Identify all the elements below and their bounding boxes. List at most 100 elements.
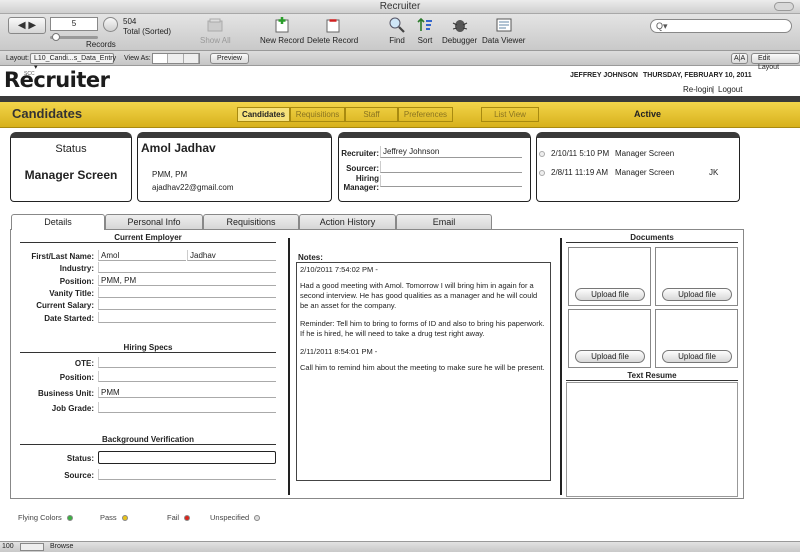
candidate-title: PMM, PM (152, 170, 188, 179)
tab-requisitions[interactable]: Requisitions (203, 214, 299, 229)
nav-tab-requisitions[interactable]: Requisitions (290, 107, 345, 122)
view-list[interactable] (168, 54, 184, 63)
history-row[interactable]: 2/8/11 11:19 AM Manager Screen JK (539, 168, 719, 180)
candidate-name: Amol Jadhav (141, 141, 216, 155)
green-dot-icon (66, 515, 73, 521)
candidate-card: Amol Jadhav PMM, PM ajadhav22@gmail.com (137, 132, 332, 202)
date-started-field[interactable] (98, 312, 276, 323)
job-grade-field[interactable] (98, 402, 276, 413)
candidate-active-status: Active (634, 109, 662, 119)
record-nav-arrows[interactable]: ◀ ▶ (8, 17, 46, 34)
history-row[interactable]: 2/10/11 5:10 PM Manager Screen (539, 149, 719, 161)
view-form[interactable] (153, 54, 169, 63)
recruiter-field[interactable]: Jeffrey Johnson (380, 146, 522, 158)
sort-icon (417, 17, 432, 31)
bg-status-field[interactable] (98, 451, 276, 464)
text-resume-title: Text Resume (627, 371, 677, 380)
tab-details[interactable]: Details (11, 214, 105, 230)
preview-button[interactable]: Preview (210, 53, 249, 64)
delete-record-icon (326, 19, 340, 33)
view-table[interactable] (184, 54, 199, 63)
nav-tab-staff[interactable]: Staff (345, 107, 398, 122)
note-text: Had a good meeting with Amol. Tomorrow I… (300, 281, 538, 310)
upload-file-button[interactable]: Upload file (575, 350, 645, 363)
status-bar: 100 Browse (0, 541, 800, 552)
position-field[interactable]: PMM, PM (98, 275, 276, 286)
record-count: 504 Total (Sorted) (123, 17, 172, 36)
legend-pass: Pass (100, 513, 128, 522)
data-viewer-button[interactable]: Data Viewer (482, 17, 525, 45)
mode-indicator[interactable]: Browse (50, 542, 73, 552)
ote-field[interactable] (98, 357, 276, 368)
gray-dot-icon (254, 515, 261, 521)
record-number-input[interactable]: 5 (50, 17, 98, 31)
find-button[interactable]: Find (388, 17, 406, 45)
position-label: Position: (59, 277, 94, 286)
business-unit-field[interactable]: PMM (98, 387, 276, 398)
zoom-level[interactable]: 100 (2, 542, 14, 552)
window-toggle-toolbar[interactable] (774, 2, 794, 11)
industry-field[interactable] (98, 262, 276, 273)
tab-action-history[interactable]: Action History (299, 214, 396, 229)
candidate-email[interactable]: ajadhav22@gmail.com (152, 183, 234, 192)
current-date: THURSDAY, FEBRUARY 10, 2011 (643, 72, 752, 79)
upload-file-button[interactable]: Upload file (662, 350, 732, 363)
upload-file-button[interactable]: Upload file (575, 288, 645, 301)
yellow-dot-icon (121, 515, 128, 521)
section-rule (20, 444, 276, 445)
nav-tab-candidates[interactable]: Candidates (237, 107, 290, 122)
status-value[interactable]: Manager Screen (11, 168, 131, 182)
legend-fail: Fail (167, 513, 191, 522)
bug-icon (452, 20, 467, 32)
show-all-button[interactable]: Show All (200, 17, 231, 45)
hiring-position-field[interactable] (98, 371, 276, 382)
column-divider (288, 238, 290, 495)
text-size-button[interactable]: A|A (731, 53, 749, 64)
note-header: 2/11/2011 8:54:01 PM - (300, 347, 378, 356)
hiring-manager-field[interactable] (380, 175, 522, 187)
document-slot[interactable]: Upload file (568, 309, 651, 368)
logout-link[interactable]: Logout (718, 85, 742, 94)
document-slot[interactable]: Upload file (568, 247, 651, 306)
zoom-controls[interactable] (20, 543, 44, 551)
debugger-button[interactable]: Debugger (442, 17, 477, 45)
records-label: Records (86, 40, 116, 49)
page-title: Candidates (12, 106, 83, 121)
show-all-icon (207, 18, 223, 32)
document-slot[interactable]: Upload file (655, 247, 738, 306)
toolbar: ◀ ▶ 5 504 Total (Sorted) Records Show Al… (0, 14, 800, 51)
new-record-button[interactable]: New Record (260, 17, 304, 45)
current-salary-field[interactable] (98, 299, 276, 310)
status-history-card: 2/10/11 5:10 PM Manager Screen 2/8/11 11… (536, 132, 740, 202)
nav-tab-preferences[interactable]: Preferences (398, 107, 453, 122)
upload-file-button[interactable]: Upload file (662, 288, 732, 301)
document-slot[interactable]: Upload file (655, 309, 738, 368)
background-verification-title: Background Verification (101, 435, 195, 444)
view-as-segmented[interactable] (152, 53, 200, 64)
sort-button[interactable]: Sort (416, 17, 434, 45)
notes-textarea[interactable]: 2/10/2011 7:54:02 PM - Had a good meetin… (296, 262, 551, 481)
window-title-bar: Recruiter (0, 0, 800, 14)
tab-email[interactable]: Email (396, 214, 492, 229)
quick-find-search-input[interactable]: Q▾ (650, 19, 792, 33)
last-name-field[interactable]: Jadhav (187, 250, 276, 261)
relogin-link[interactable]: Re-login (683, 85, 713, 94)
logo: Recruiter SCC (4, 68, 110, 94)
bg-source-field[interactable] (98, 469, 276, 480)
vanity-title-field[interactable] (98, 287, 276, 298)
current-salary-label: Current Salary: (36, 301, 94, 310)
history-dot-icon (539, 151, 545, 157)
record-slider-knob[interactable] (52, 33, 60, 41)
list-view-button[interactable]: List View (481, 107, 539, 122)
header-separator: | (712, 85, 715, 94)
edit-layout-button[interactable]: Edit Layout (751, 53, 800, 71)
layout-select[interactable]: L10_Candi...s_Data_Entry ▾ (30, 53, 116, 71)
recruiter-card: Recruiter: Jeffrey Johnson Sourcer: Hiri… (338, 132, 531, 202)
industry-label: Industry: (59, 264, 94, 273)
first-name-field[interactable]: Amol (98, 250, 186, 261)
bg-status-label: Status: (66, 454, 94, 463)
delete-record-button[interactable]: Delete Record (307, 17, 358, 45)
sourcer-field[interactable] (380, 161, 522, 173)
tab-personal-info[interactable]: Personal Info (105, 214, 203, 229)
text-resume-textarea[interactable] (566, 382, 738, 497)
